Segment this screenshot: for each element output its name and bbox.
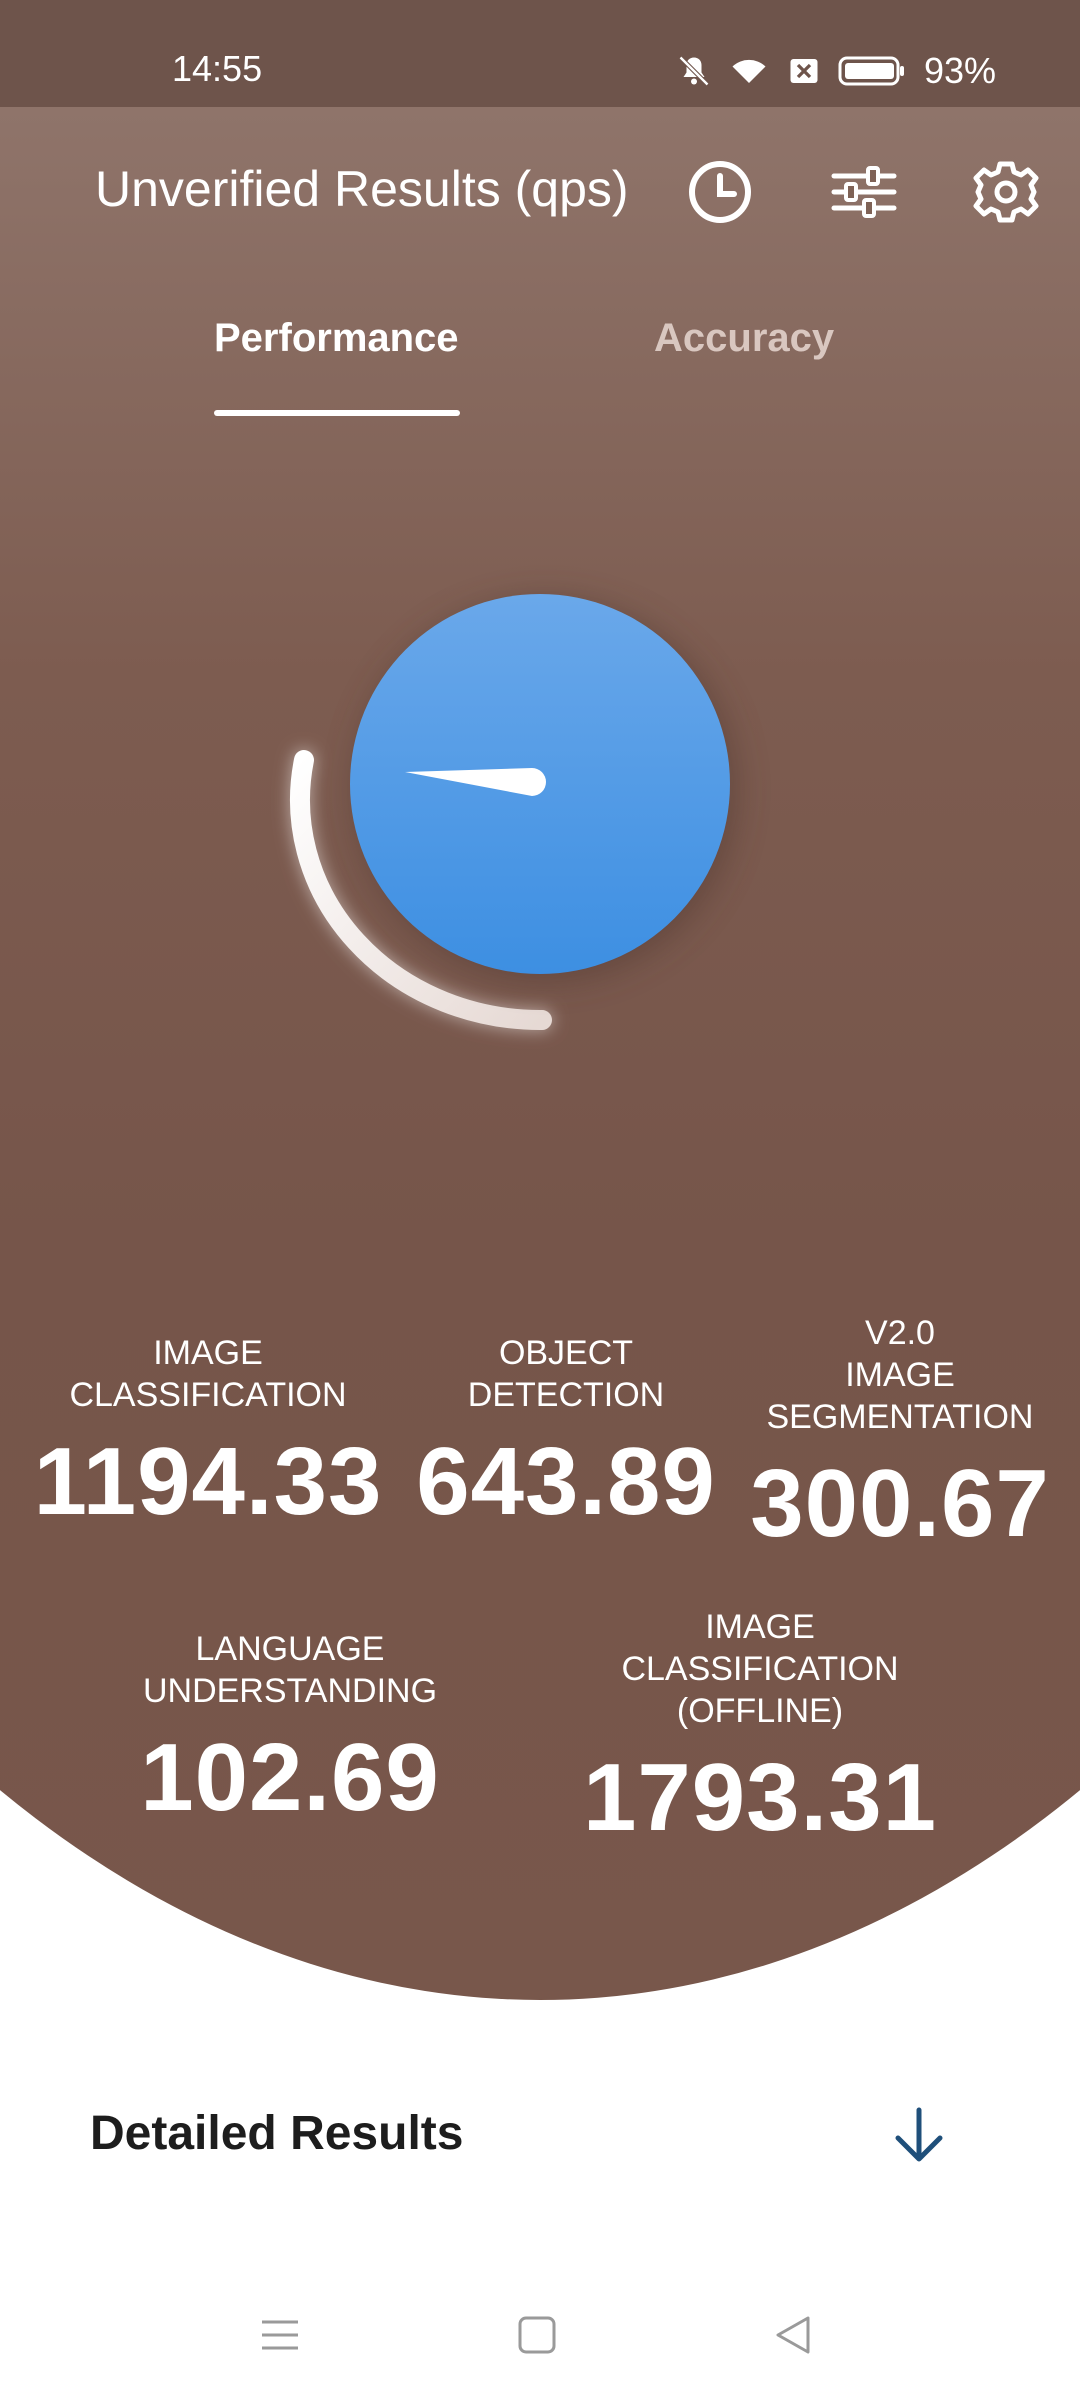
sim-off-icon xyxy=(786,53,822,89)
metric-label: IMAGE CLASSIFICATION xyxy=(69,1334,347,1414)
metric-value: 1793.31 xyxy=(582,1744,937,1851)
status-bar: 14:55 93% xyxy=(0,0,1080,107)
wifi-icon xyxy=(728,53,770,89)
arrow-down-icon[interactable] xyxy=(884,2100,954,2170)
metric-label: V2.0 IMAGE SEGMENTATION xyxy=(766,1314,1034,1436)
tab-selected-indicator xyxy=(214,410,460,416)
metric-label: LANGUAGE UNDERSTANDING xyxy=(142,1630,438,1710)
speedometer-gauge xyxy=(260,560,780,1080)
history-clock-icon[interactable] xyxy=(680,152,760,232)
home-nav-icon[interactable] xyxy=(507,2310,567,2360)
metric-image-classification-offline: IMAGE CLASSIFICATION (OFFLINE) 1793.31 xyxy=(560,1606,960,1846)
menu-nav-icon[interactable] xyxy=(250,2310,310,2360)
metric-image-classification: IMAGE CLASSIFICATION 1194.33 xyxy=(20,1332,396,1530)
back-nav-icon[interactable] xyxy=(764,2310,824,2360)
metric-label: OBJECT DETECTION xyxy=(467,1334,665,1414)
metric-label: IMAGE CLASSIFICATION (OFFLINE) xyxy=(621,1608,899,1730)
metric-language-understanding: LANGUAGE UNDERSTANDING 102.69 xyxy=(110,1628,470,1826)
battery-icon xyxy=(838,54,906,88)
battery-percent: 93% xyxy=(923,50,996,91)
detailed-results-title[interactable]: Detailed Results xyxy=(90,2106,463,2161)
metric-value: 1194.33 xyxy=(33,1428,383,1535)
mute-bell-icon xyxy=(676,53,712,89)
page-title: Unverified Results (qps) xyxy=(95,161,629,217)
settings-gear-icon[interactable] xyxy=(966,152,1046,232)
metric-object-detection: OBJECT DETECTION 643.89 xyxy=(408,1332,724,1530)
status-icons: 93% xyxy=(676,50,996,92)
metric-value: 643.89 xyxy=(416,1428,716,1535)
tab-accuracy[interactable]: Accuracy xyxy=(654,316,834,361)
sliders-icon[interactable] xyxy=(824,152,904,232)
tab-performance[interactable]: Performance xyxy=(214,316,459,361)
metric-value: 102.69 xyxy=(140,1724,440,1831)
status-time: 14:55 xyxy=(172,48,263,89)
metric-value: 300.67 xyxy=(750,1450,1050,1557)
metric-image-segmentation: V2.0 IMAGE SEGMENTATION 300.67 xyxy=(740,1312,1060,1552)
